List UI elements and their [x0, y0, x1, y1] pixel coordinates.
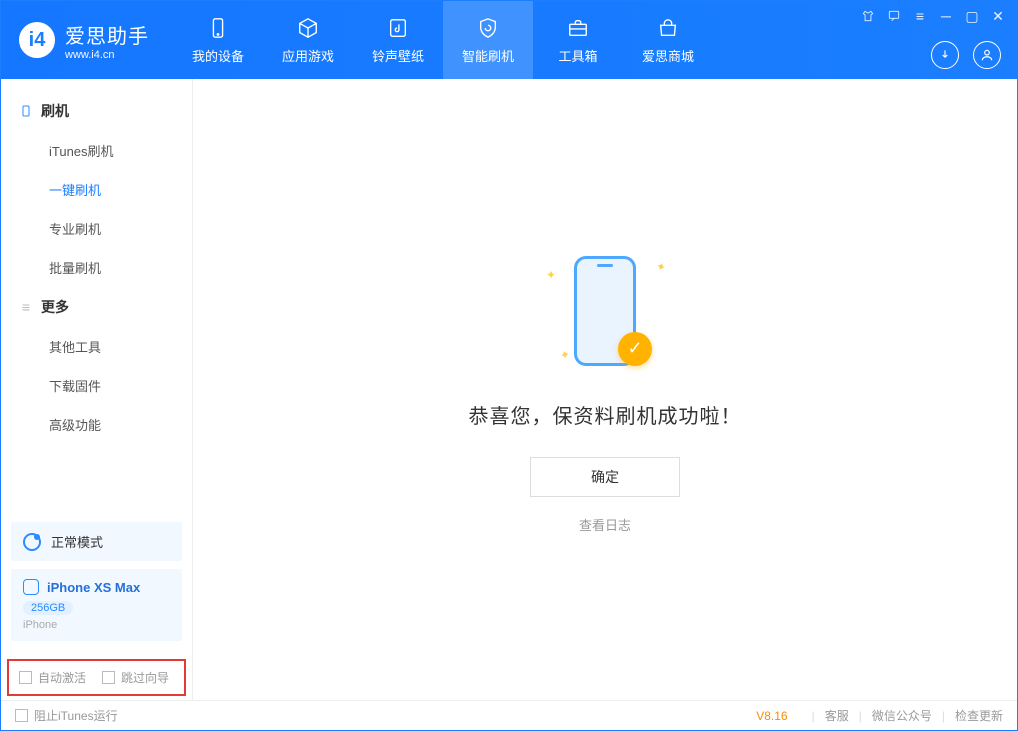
- device-name: iPhone XS Max: [47, 580, 140, 595]
- phone-small-icon: [19, 104, 33, 118]
- header-right-actions: [931, 41, 1001, 69]
- sidebar-item-itunes-flash[interactable]: iTunes刷机: [1, 131, 192, 170]
- sparkle-icon: ✦: [546, 268, 556, 282]
- sidebar-scroll: 刷机 iTunes刷机 一键刷机 专业刷机 批量刷机 ≡ 更多 其他工具 下载固…: [1, 79, 192, 514]
- shirt-icon[interactable]: [859, 7, 877, 25]
- store-icon: [656, 16, 680, 40]
- device-small-icon: [23, 579, 39, 595]
- shield-refresh-icon: [476, 16, 500, 40]
- download-button[interactable]: [931, 41, 959, 69]
- view-log-link[interactable]: 查看日志: [579, 515, 631, 534]
- sidebar-item-advanced[interactable]: 高级功能: [1, 405, 192, 444]
- tab-label: 应用游戏: [282, 46, 334, 65]
- footer-link-support[interactable]: 客服: [825, 707, 849, 724]
- checkbox-icon: [15, 709, 28, 722]
- device-type: iPhone: [23, 619, 170, 631]
- mode-indicator-icon: [23, 533, 41, 551]
- device-capacity-badge: 256GB: [23, 601, 73, 615]
- tab-label: 工具箱: [558, 46, 597, 65]
- tab-label: 我的设备: [192, 46, 244, 65]
- sidebar: 刷机 iTunes刷机 一键刷机 专业刷机 批量刷机 ≡ 更多 其他工具 下载固…: [1, 79, 193, 700]
- nav-tabs: 我的设备 应用游戏 铃声壁纸 智能刷机 工具箱 爱思商城: [173, 1, 713, 79]
- success-check-badge-icon: ✓: [618, 332, 652, 366]
- tab-apps-games[interactable]: 应用游戏: [263, 1, 353, 79]
- sidebar-bottom: 正常模式 iPhone XS Max 256GB iPhone: [1, 514, 192, 659]
- checkbox-icon: [19, 671, 32, 684]
- tab-label: 智能刷机: [462, 46, 514, 65]
- checkbox-label: 自动激活: [38, 669, 86, 686]
- device-card[interactable]: iPhone XS Max 256GB iPhone: [11, 569, 182, 641]
- app-name: 爱思助手: [65, 20, 149, 49]
- main-content: ✦ ✦ ✦ ✓ 恭喜您，保资料刷机成功啦！ 确定 查看日志: [193, 79, 1017, 700]
- sparkle-icon: ✦: [558, 346, 571, 362]
- app-url: www.i4.cn: [65, 49, 149, 61]
- sidebar-item-other-tools[interactable]: 其他工具: [1, 327, 192, 366]
- sidebar-item-oneclick-flash[interactable]: 一键刷机: [1, 170, 192, 209]
- feedback-icon[interactable]: [885, 7, 903, 25]
- tab-store[interactable]: 爱思商城: [623, 1, 713, 79]
- group-label: 更多: [41, 297, 69, 317]
- tab-label: 爱思商城: [642, 46, 694, 65]
- success-message: 恭喜您，保资料刷机成功啦！: [469, 400, 742, 429]
- sidebar-group-more: ≡ 更多: [1, 287, 192, 327]
- tab-ringtones-wallpapers[interactable]: 铃声壁纸: [353, 1, 443, 79]
- toolbox-icon: [566, 16, 590, 40]
- cube-icon: [296, 16, 320, 40]
- device-icon: [206, 16, 230, 40]
- sidebar-item-batch-flash[interactable]: 批量刷机: [1, 248, 192, 287]
- header-bar: i4 爱思助手 www.i4.cn 我的设备 应用游戏 铃声壁纸 智能刷机: [1, 1, 1017, 79]
- tab-my-device[interactable]: 我的设备: [173, 1, 263, 79]
- success-illustration: ✦ ✦ ✦ ✓: [530, 246, 680, 376]
- checkbox-auto-activate[interactable]: 自动激活: [19, 669, 86, 686]
- close-button[interactable]: ✕: [989, 7, 1007, 25]
- checkbox-label: 阻止iTunes运行: [34, 707, 118, 724]
- logo-text: 爱思助手 www.i4.cn: [65, 20, 149, 61]
- body-area: 刷机 iTunes刷机 一键刷机 专业刷机 批量刷机 ≡ 更多 其他工具 下载固…: [1, 79, 1017, 700]
- checkbox-skip-guide[interactable]: 跳过向导: [102, 669, 169, 686]
- footer-bar: 阻止iTunes运行 V8.16 | 客服 | 微信公众号 | 检查更新: [1, 700, 1017, 730]
- device-mode-card[interactable]: 正常模式: [11, 522, 182, 561]
- logo-area: i4 爱思助手 www.i4.cn: [1, 20, 163, 61]
- checkbox-label: 跳过向导: [121, 669, 169, 686]
- tab-toolbox[interactable]: 工具箱: [533, 1, 623, 79]
- sidebar-item-download-firmware[interactable]: 下载固件: [1, 366, 192, 405]
- maximize-button[interactable]: ▢: [963, 7, 981, 25]
- menu-icon[interactable]: ≡: [911, 7, 929, 25]
- sparkle-icon: ✦: [654, 258, 668, 275]
- sidebar-group-flash: 刷机: [1, 91, 192, 131]
- app-logo-icon: i4: [19, 22, 55, 58]
- user-account-button[interactable]: [973, 41, 1001, 69]
- footer-link-wechat[interactable]: 微信公众号: [872, 707, 932, 724]
- tab-label: 铃声壁纸: [372, 46, 424, 65]
- sidebar-item-pro-flash[interactable]: 专业刷机: [1, 209, 192, 248]
- tab-smart-flash[interactable]: 智能刷机: [443, 1, 533, 79]
- checkbox-block-itunes[interactable]: 阻止iTunes运行: [15, 707, 118, 724]
- mode-label: 正常模式: [51, 532, 103, 551]
- music-note-icon: [386, 16, 410, 40]
- group-label: 刷机: [41, 101, 69, 121]
- highlighted-options-box: 自动激活 跳过向导: [7, 659, 186, 696]
- version-label: V8.16: [756, 709, 787, 723]
- device-name-row: iPhone XS Max: [23, 579, 170, 595]
- minimize-button[interactable]: ─: [937, 7, 955, 25]
- list-icon: ≡: [19, 300, 33, 314]
- footer-link-update[interactable]: 检查更新: [955, 707, 1003, 724]
- app-window: i4 爱思助手 www.i4.cn 我的设备 应用游戏 铃声壁纸 智能刷机: [0, 0, 1018, 731]
- ok-button[interactable]: 确定: [530, 457, 680, 497]
- checkbox-icon: [102, 671, 115, 684]
- window-controls: ≡ ─ ▢ ✕: [859, 7, 1007, 25]
